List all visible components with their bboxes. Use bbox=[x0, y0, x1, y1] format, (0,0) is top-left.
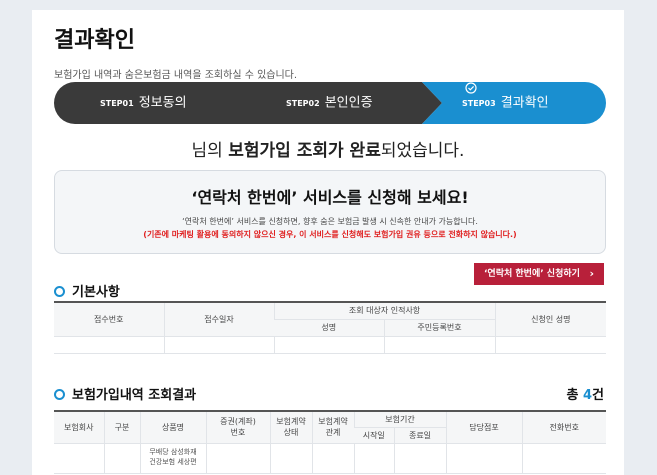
completion-suffix: 되었습니다. bbox=[380, 141, 465, 161]
header-target-info: 조회 대상자 인적사항 bbox=[273, 302, 496, 320]
result-page: 결과확인 보험가입 내역과 숨은보험금 내역을 조회하실 수 있습니다. STE… bbox=[32, 10, 624, 475]
cell-receipt-number bbox=[54, 336, 164, 354]
cell-applicant-name bbox=[494, 336, 607, 354]
page-description: 보험가입 내역과 숨은보험금 내역을 조회하실 수 있습니다. bbox=[54, 70, 298, 81]
total-count: 4 bbox=[582, 388, 593, 403]
results-heading-text: 보험가입내역 조회결과 bbox=[72, 388, 197, 403]
results-heading: 보험가입내역 조회결과 bbox=[54, 384, 196, 403]
step-1: STEP01 정보동의 bbox=[100, 82, 187, 124]
header-period: 보험기간 bbox=[353, 411, 447, 428]
basic-info-heading: 기본사항 bbox=[54, 281, 120, 300]
header-branch: 담당점포 bbox=[445, 411, 523, 444]
cell-company bbox=[54, 443, 104, 474]
header-policy-number: 증권(계좌) 번호 bbox=[205, 411, 270, 444]
cell-contract-status bbox=[269, 443, 312, 474]
step-3-name: 결과확인 bbox=[500, 95, 549, 111]
cell-type bbox=[103, 443, 140, 474]
header-resident-number: 주민등록번호 bbox=[383, 319, 496, 337]
header-applicant-name: 신청인 성명 bbox=[494, 302, 607, 337]
header-contract-status-1: 보험계약 bbox=[276, 417, 306, 427]
table-row: 무배당 삼성화재 건강보험 세상편 bbox=[54, 443, 607, 474]
header-contract-status-2: 상태 bbox=[283, 428, 299, 438]
header-receipt-number: 접수번호 bbox=[54, 302, 164, 337]
cell-contract-relation bbox=[311, 443, 354, 474]
promo-box: ‘연락처 한번에’ 서비스를 신청해 보세요! ‘연락처 한번에’ 서비스를 신… bbox=[54, 170, 606, 254]
completion-bold: 보험가입 조회가 완료 bbox=[228, 141, 381, 161]
step-1-name: 정보동의 bbox=[138, 95, 187, 111]
cell-start-date bbox=[353, 443, 394, 474]
basic-info-heading-text: 기본사항 bbox=[72, 285, 120, 300]
apply-contact-label: ‘연락처 한번에’ 신청하기 bbox=[484, 269, 580, 279]
cell-policy-number bbox=[205, 443, 270, 474]
step-3: STEP03 결과확인 bbox=[462, 82, 549, 124]
step-2: STEP02 본인인증 bbox=[286, 82, 373, 124]
total-suffix: 건 bbox=[592, 388, 604, 403]
step-progress: STEP01 정보동의 STEP02 본인인증 STEP03 결과확인 bbox=[54, 82, 606, 124]
bullet-ring-icon bbox=[54, 389, 65, 400]
promo-title: ‘연락처 한번에’ 서비스를 신청해 보세요! bbox=[191, 188, 469, 207]
cell-name bbox=[273, 336, 384, 354]
completion-message: 님의 보험가입 조회가 완료되었습니다. bbox=[32, 136, 624, 161]
completion-prefix: 님의 bbox=[191, 141, 229, 161]
header-contract-status: 보험계약 상태 bbox=[269, 411, 312, 444]
check-circle-icon bbox=[465, 82, 477, 94]
header-contract-relation-2: 관계 bbox=[325, 428, 341, 438]
page-title: 결과확인 bbox=[54, 28, 135, 53]
cell-product-line1: 무배당 삼성화재 bbox=[149, 447, 197, 456]
results-total: 총 4건 bbox=[566, 384, 604, 403]
results-table: 보험회사 구분 상품명 증권(계좌) 번호 보험계약 상태 보험계약 관계 보험기간 … bbox=[54, 410, 607, 474]
basic-info-table: 접수번호 접수일자 조회 대상자 인적사항 신청인 성명 성명 주민등록번호 bbox=[54, 301, 607, 354]
header-name: 성명 bbox=[274, 319, 384, 337]
header-start-date: 시작일 bbox=[354, 427, 394, 444]
cell-product: 무배당 삼성화재 건강보험 세상편 bbox=[139, 443, 206, 474]
apply-contact-button[interactable]: ‘연락처 한번에’ 신청하기 › bbox=[474, 263, 604, 285]
header-contract-relation: 보험계약 관계 bbox=[311, 411, 354, 444]
cell-product-line2: 건강보험 세상편 bbox=[149, 457, 197, 466]
chevron-right-icon: › bbox=[589, 267, 594, 280]
header-phone: 전화번호 bbox=[521, 411, 607, 444]
cell-end-date bbox=[393, 443, 447, 474]
header-policy-number-1: 증권(계좌) bbox=[220, 417, 256, 427]
step-1-number: STEP01 bbox=[100, 98, 134, 108]
promo-description: ‘연락처 한번에’ 서비스를 신청하면, 향후 숨은 보험금 발생 시 신속한 … bbox=[182, 217, 478, 226]
table-row bbox=[54, 336, 607, 354]
header-end-date: 종료일 bbox=[393, 427, 447, 444]
header-company: 보험회사 bbox=[54, 411, 104, 444]
promo-notice: (기존에 마케팅 활용에 동의하지 않으신 경우, 이 서비스를 신청해도 보험… bbox=[143, 230, 517, 239]
header-type: 구분 bbox=[103, 411, 140, 444]
cell-receipt-date bbox=[163, 336, 274, 354]
total-prefix: 총 bbox=[566, 388, 583, 403]
header-product: 상품명 bbox=[139, 411, 206, 444]
cell-phone bbox=[521, 443, 607, 474]
step-3-number: STEP03 bbox=[462, 98, 496, 108]
cell-branch bbox=[445, 443, 523, 474]
step-2-number: STEP02 bbox=[286, 98, 320, 108]
cell-resident-number bbox=[383, 336, 496, 354]
header-policy-number-2: 번호 bbox=[230, 428, 246, 438]
bullet-ring-icon bbox=[54, 286, 65, 297]
header-receipt-date: 접수일자 bbox=[163, 302, 274, 337]
step-2-name: 본인인증 bbox=[324, 95, 373, 111]
header-contract-relation-1: 보험계약 bbox=[318, 417, 348, 427]
